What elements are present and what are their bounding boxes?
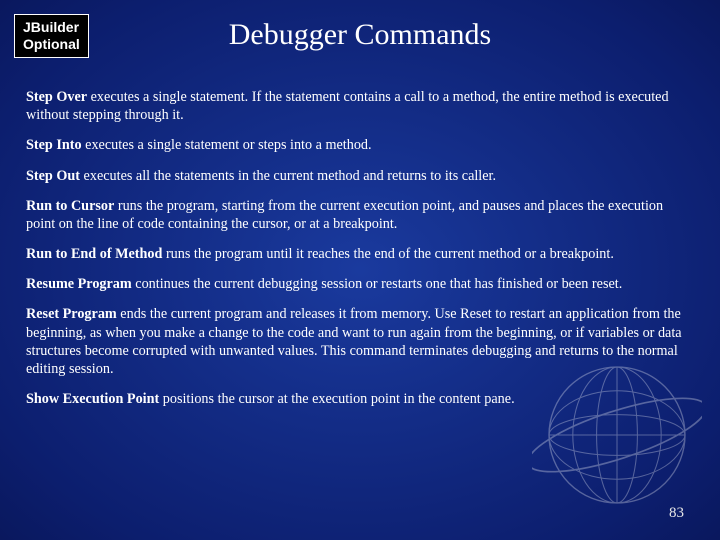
term: Run to Cursor bbox=[26, 198, 114, 214]
list-item: Run to End of Method runs the program un… bbox=[26, 245, 694, 263]
desc: executes all the statements in the curre… bbox=[80, 168, 496, 184]
list-item: Show Execution Point positions the curso… bbox=[26, 390, 694, 408]
term: Reset Program bbox=[26, 306, 117, 322]
term: Step Into bbox=[26, 137, 82, 153]
list-item: Resume Program continues the current deb… bbox=[26, 275, 694, 293]
list-item: Step Into executes a single statement or… bbox=[26, 136, 694, 154]
desc: runs the program until it reaches the en… bbox=[162, 246, 614, 262]
list-item: Step Out executes all the statements in … bbox=[26, 167, 694, 185]
slide: JBuilder Optional Debugger Commands Step… bbox=[0, 0, 720, 540]
desc: positions the cursor at the execution po… bbox=[159, 391, 514, 407]
desc: continues the current debugging session … bbox=[132, 276, 623, 292]
content-area: Step Over executes a single statement. I… bbox=[26, 88, 694, 420]
page-number: 83 bbox=[669, 505, 684, 522]
list-item: Run to Cursor runs the program, starting… bbox=[26, 197, 694, 233]
term: Run to End of Method bbox=[26, 246, 162, 262]
term: Step Over bbox=[26, 89, 87, 105]
desc: ends the current program and releases it… bbox=[26, 306, 682, 377]
term: Show Execution Point bbox=[26, 391, 159, 407]
desc: executes a single statement. If the stat… bbox=[26, 89, 669, 123]
term: Step Out bbox=[26, 168, 80, 184]
term: Resume Program bbox=[26, 276, 132, 292]
list-item: Step Over executes a single statement. I… bbox=[26, 88, 694, 124]
desc: executes a single statement or steps int… bbox=[82, 137, 372, 153]
list-item: Reset Program ends the current program a… bbox=[26, 305, 694, 378]
slide-title: Debugger Commands bbox=[0, 18, 720, 52]
desc: runs the program, starting from the curr… bbox=[26, 198, 663, 232]
